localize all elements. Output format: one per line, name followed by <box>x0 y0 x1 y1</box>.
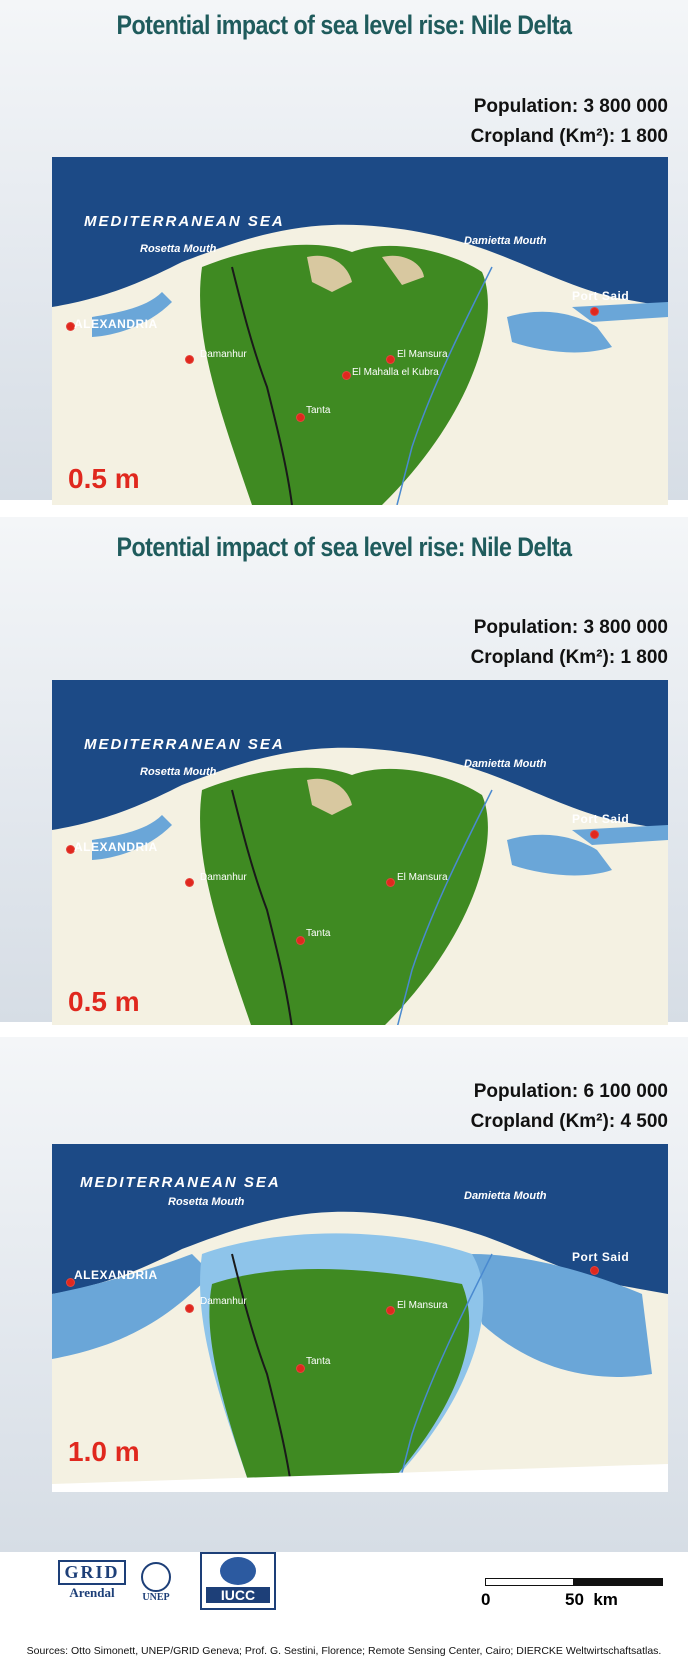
city-label-el-mansura: El Mansura <box>397 349 448 360</box>
scale-end-label: 50 km <box>565 1590 618 1609</box>
city-marker <box>185 1304 194 1313</box>
damietta-mouth-label: Damietta Mouth <box>464 1190 547 1202</box>
grid-arendal-logo: GRID Arendal <box>58 1560 126 1601</box>
cropland-stat: Cropland (Km²): 4 500 <box>470 1111 668 1132</box>
sea-level-label: 0.5 m <box>68 463 140 494</box>
city-label-alexandria: ALEXANDRIA <box>74 840 158 854</box>
delta-map: MEDITERRANEAN SEA Rosetta Mouth Damietta… <box>52 157 668 505</box>
damietta-mouth-label: Damietta Mouth <box>464 758 547 770</box>
city-marker <box>590 830 599 839</box>
city-marker <box>296 413 305 422</box>
map-graphic <box>52 1144 668 1492</box>
city-marker <box>296 1364 305 1373</box>
city-label-tanta: Tanta <box>306 405 331 416</box>
rosetta-mouth-label: Rosetta Mouth <box>168 1196 245 1208</box>
city-label-damanhur: Damanhur <box>200 349 247 360</box>
damietta-mouth-label: Damietta Mouth <box>464 235 547 247</box>
panel-1-0m: Population: 6 100 000 Cropland (Km²): 4 … <box>0 1037 688 1552</box>
iucc-logo-text: IUCC <box>206 1587 270 1603</box>
panel-title: Potential impact of sea level rise: Nile… <box>116 10 572 40</box>
city-marker <box>386 355 395 364</box>
map-graphic <box>52 157 668 505</box>
city-marker <box>590 307 599 316</box>
panel-0-5m-a: Potential impact of sea level rise: Nile… <box>0 0 688 505</box>
unep-logo: UNEP <box>138 1562 174 1603</box>
city-label-tanta: Tanta <box>306 928 331 939</box>
city-marker <box>185 355 194 364</box>
city-label-damanhur: Damanhur <box>200 872 247 883</box>
cropland-stat: Cropland (Km²): 1 800 <box>470 647 668 668</box>
separator <box>0 505 688 517</box>
city-marker <box>590 1266 599 1275</box>
population-stat: Population: 3 800 000 <box>473 617 668 638</box>
city-label-port-said: Port Said <box>572 1250 630 1264</box>
city-label-el-mansura: El Mansura <box>397 1300 448 1311</box>
panel-0-5m-b: Potential impact of sea level rise: Nile… <box>0 517 688 1028</box>
city-marker <box>185 878 194 887</box>
grid-logo-bottom: Arendal <box>69 1585 115 1600</box>
city-label-mahalla: El Mahalla el Kubra <box>352 367 439 378</box>
map-graphic <box>52 680 668 1028</box>
city-label-alexandria: ALEXANDRIA <box>74 317 158 331</box>
city-label-damanhur: Damanhur <box>200 1296 247 1307</box>
scale-start-label: 0 <box>481 1590 491 1609</box>
city-marker <box>342 371 351 380</box>
panel-title: Potential impact of sea level rise: Nile… <box>116 532 572 562</box>
city-label-alexandria: ALEXANDRIA <box>74 1268 158 1282</box>
delta-map: MEDITERRANEAN SEA Rosetta Mouth Damietta… <box>52 1144 668 1492</box>
sea-label: MEDITERRANEAN SEA <box>80 1174 281 1191</box>
rosetta-mouth-label: Rosetta Mouth <box>140 243 217 255</box>
sea-level-label: 1.0 m <box>68 1436 140 1467</box>
sea-label: MEDITERRANEAN SEA <box>84 213 285 230</box>
city-label-tanta: Tanta <box>306 1356 331 1367</box>
rosetta-mouth-label: Rosetta Mouth <box>140 766 217 778</box>
population-stat: Population: 6 100 000 <box>473 1081 668 1102</box>
iucc-logo: IUCC <box>200 1552 276 1610</box>
grid-logo-top: GRID <box>58 1560 126 1585</box>
city-label-port-said: Port Said <box>572 289 630 303</box>
unep-logo-text: UNEP <box>142 1592 170 1603</box>
city-label-port-said: Port Said <box>572 812 630 826</box>
city-marker <box>296 936 305 945</box>
city-label-el-mansura: El Mansura <box>397 872 448 883</box>
delta-map: MEDITERRANEAN SEA Rosetta Mouth Damietta… <box>52 680 668 1028</box>
population-stat: Population: 3 800 000 <box>473 96 668 117</box>
sea-label: MEDITERRANEAN SEA <box>84 736 285 753</box>
sea-level-label: 0.5 m <box>68 986 140 1017</box>
separator <box>0 1025 688 1037</box>
cropland-stat: Cropland (Km²): 1 800 <box>470 126 668 147</box>
scale-bar: 0 50 km <box>481 1578 670 1609</box>
sources-text: Sources: Otto Simonett, UNEP/GRID Geneva… <box>26 1645 662 1657</box>
city-marker <box>386 878 395 887</box>
city-marker <box>386 1306 395 1315</box>
